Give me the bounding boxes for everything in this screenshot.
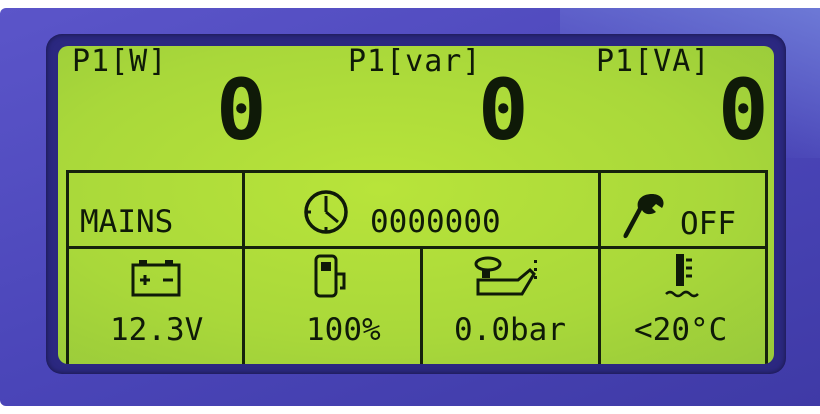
lcd-display: P1[W] P1[var] P1[VA] 0 0 0 MAINS 0000000… — [58, 46, 774, 364]
maintenance-state: OFF — [680, 206, 736, 242]
battery-voltage: 12.3V — [110, 312, 204, 348]
wrench-icon — [623, 194, 664, 239]
grid-line-left — [66, 170, 69, 364]
thermometer-icon — [665, 254, 699, 298]
grid-divider-2 — [420, 248, 423, 364]
oil-can-icon — [474, 256, 537, 296]
mode-indicator: MAINS — [80, 204, 174, 240]
grid-divider-1 — [242, 170, 245, 364]
hours-counter: 0000000 — [370, 204, 501, 240]
fuel-pump-icon — [314, 254, 346, 298]
apparent-power-value: 0 — [718, 61, 769, 159]
grid-divider-3 — [598, 170, 601, 364]
grid-line-top — [66, 170, 768, 173]
fuel-level: 100% — [306, 312, 381, 348]
reactive-power-value: 0 — [478, 61, 529, 159]
grid-line-right — [765, 170, 768, 364]
clock-icon — [304, 190, 348, 234]
coolant-temperature: <20°C — [634, 312, 728, 348]
active-power-label: P1[W] — [72, 46, 168, 79]
active-power-value: 0 — [216, 61, 267, 159]
grid-line-middle — [66, 246, 768, 249]
apparent-power-label: P1[VA] — [596, 46, 711, 79]
battery-icon — [131, 260, 181, 297]
oil-pressure: 0.0bar — [454, 312, 566, 348]
reactive-power-label: P1[var] — [348, 46, 482, 79]
